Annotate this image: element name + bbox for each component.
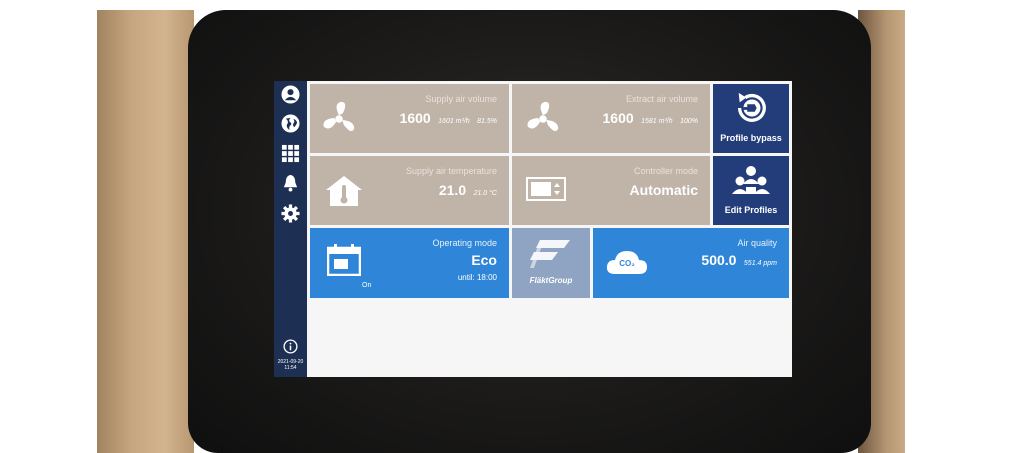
supply-air-temperature-values: 21.0 21.0 °C bbox=[439, 182, 497, 200]
fan-icon bbox=[320, 100, 358, 138]
extract-air-volume-label: Extract air volume bbox=[625, 94, 698, 104]
profile-bypass-label: Profile bypass bbox=[720, 133, 782, 143]
supply-air-volume-values: 1600 1601 m³/h 81.5% bbox=[400, 110, 497, 128]
profile-bypass-icon bbox=[732, 90, 770, 126]
calendar-icon bbox=[327, 244, 361, 276]
time-label: 11:54 bbox=[284, 365, 297, 371]
info-icon[interactable] bbox=[283, 339, 298, 354]
profile-bypass-button[interactable]: Profile bypass bbox=[713, 84, 789, 153]
extract-air-volume-tile[interactable]: Extract air volume 1600 1581 m³/h 100% bbox=[512, 84, 710, 153]
supply-air-volume-tile[interactable]: Supply air volume 1600 1601 m³/h 81.5% bbox=[310, 84, 509, 153]
controller-mode-label: Controller mode bbox=[633, 166, 698, 176]
background-wall-left bbox=[97, 10, 194, 453]
extract-air-volume-values: 1600 1581 m³/h 100% bbox=[603, 110, 699, 128]
supply-air-temperature-measured: 21.0 °C bbox=[473, 190, 497, 197]
supply-air-volume-measured: 1601 m³/h bbox=[438, 118, 470, 125]
controller-mode-values: Automatic bbox=[630, 182, 698, 200]
supply-air-volume-label: Supply air volume bbox=[425, 94, 497, 104]
supply-air-temperature-setpoint: 21.0 bbox=[438, 182, 467, 198]
operating-mode-status: On bbox=[362, 282, 372, 289]
bell-icon[interactable] bbox=[281, 173, 300, 192]
globe-icon[interactable] bbox=[281, 114, 300, 133]
operating-mode-value: Eco bbox=[471, 252, 497, 268]
air-quality-values: 500.0 551.4 ppm bbox=[701, 252, 777, 270]
controller-mode-tile[interactable]: Controller mode Automatic bbox=[512, 156, 710, 225]
flaktgroup-logo-tile: FläktGroup bbox=[512, 228, 590, 298]
controller-icon bbox=[526, 177, 566, 201]
operating-mode-until: until: 18:00 bbox=[457, 273, 497, 282]
sidebar: 2021-09-20 11:54 bbox=[274, 81, 307, 377]
controller-mode-value: Automatic bbox=[629, 182, 698, 198]
air-quality-tile[interactable]: CO₂ Air quality 500.0 551.4 ppm bbox=[593, 228, 789, 298]
gear-icon[interactable] bbox=[281, 204, 300, 223]
thermometer-house-icon bbox=[324, 174, 364, 208]
co2-label: CO₂ bbox=[619, 259, 635, 268]
operating-mode-tile[interactable]: On Operating mode Eco until: 18:00 bbox=[310, 228, 509, 298]
extract-air-volume-measured: 1581 m³/h bbox=[641, 118, 673, 125]
air-quality-measured: 551.4 ppm bbox=[743, 260, 777, 267]
extract-air-volume-percent: 100% bbox=[680, 118, 698, 125]
supply-air-temperature-label: Supply air temperature bbox=[405, 166, 497, 176]
operating-mode-values: Eco bbox=[471, 252, 497, 270]
edit-profiles-button[interactable]: Edit Profiles bbox=[713, 156, 789, 225]
edit-profiles-label: Edit Profiles bbox=[724, 205, 778, 215]
extract-air-volume-setpoint: 1600 bbox=[602, 110, 634, 126]
operating-mode-label: Operating mode bbox=[432, 238, 497, 248]
fan-icon bbox=[524, 100, 562, 138]
touch-screen: 2021-09-20 11:54 Supply air volume 1600 … bbox=[274, 81, 792, 377]
people-group-icon bbox=[730, 164, 772, 198]
supply-air-volume-percent: 81.5% bbox=[477, 118, 497, 125]
user-icon[interactable] bbox=[281, 85, 300, 104]
co2-cloud-icon: CO₂ bbox=[605, 248, 649, 276]
flaktgroup-logo-text: FläktGroup bbox=[529, 276, 573, 285]
supply-air-volume-setpoint: 1600 bbox=[399, 110, 431, 126]
air-quality-label: Air quality bbox=[737, 238, 777, 248]
grid-icon[interactable] bbox=[281, 144, 300, 163]
supply-air-temperature-tile[interactable]: Supply air temperature 21.0 21.0 °C bbox=[310, 156, 509, 225]
flaktgroup-logo bbox=[530, 238, 572, 268]
air-quality-value: 500.0 bbox=[701, 252, 737, 268]
